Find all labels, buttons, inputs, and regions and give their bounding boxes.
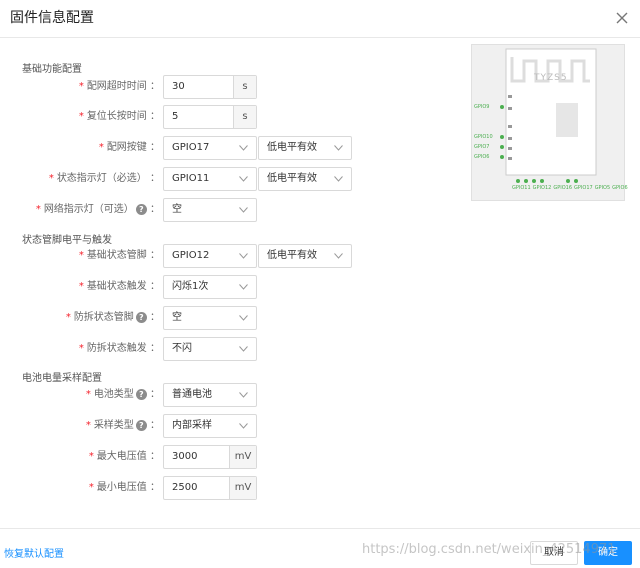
chevron-down-icon — [239, 346, 248, 352]
bottom-pin-labels: GPIO11 GPIO12 GPIO16 GPIO17 GPIO5 GPIO6 — [512, 185, 628, 191]
basic-trigger-label: 基础状态触发 — [86, 281, 147, 292]
min-voltage-label: 最小电压值 — [96, 482, 147, 493]
basic-pin-label: 基础状态管脚 — [86, 250, 147, 261]
network-key-level-select[interactable]: 低电平有效 — [258, 136, 352, 160]
network-led-label: 网络指示灯（可选） — [43, 204, 134, 215]
question-icon[interactable]: ? — [135, 419, 147, 431]
battery-type-select[interactable]: 普通电池 — [163, 383, 257, 407]
row-tamper-pin: * 防拆状态管脚? ： 空 — [0, 305, 640, 331]
chevron-down-icon — [239, 423, 248, 429]
basic-pin-select[interactable]: GPIO12 — [163, 244, 257, 268]
module-pinout-image: TYZS5 GPIO9 GPIO10 GPIO7 GPIO6 GPIO11 GP… — [471, 44, 628, 201]
pin-label: GPIO16 — [553, 185, 573, 191]
row-battery-type: * 电池类型? ： 普通电池 — [0, 382, 640, 408]
chevron-down-icon — [239, 145, 248, 151]
question-icon[interactable]: ? — [135, 203, 147, 215]
status-led-level-select[interactable]: 低电平有效 — [258, 167, 352, 191]
chevron-down-icon — [239, 315, 248, 321]
chevron-down-icon — [334, 176, 343, 182]
network-key-pin-select[interactable]: GPIO17 — [163, 136, 257, 160]
pin-label: GPIO9 — [474, 104, 490, 110]
pin-label: GPIO6 — [612, 185, 628, 191]
row-min-voltage: * 最小电压值 ： 2500 mV — [0, 475, 640, 501]
question-icon[interactable]: ? — [135, 388, 147, 400]
reset-press-input[interactable]: 5 s — [163, 105, 257, 129]
row-basic-trigger: * 基础状态触发 ： 闪烁1次 — [0, 274, 640, 300]
network-key-label: 配网按键 — [106, 142, 147, 153]
watermark: https://blog.csdn.net/weixin_42514971 — [362, 542, 616, 557]
pin-label: GPIO12 — [532, 185, 552, 191]
unit-addon: s — [233, 76, 256, 98]
row-tamper-trigger: * 防拆状态触发 ： 不闪 — [0, 336, 640, 362]
section-basic-title: 基础功能配置 — [22, 64, 82, 75]
row-sampling-type: * 采样类型? ： 内部采样 — [0, 413, 640, 439]
battery-type-label: 电池类型 — [93, 389, 134, 400]
unit-addon: mV — [229, 477, 256, 499]
pin-label: GPIO6 — [474, 154, 490, 160]
network-timeout-input[interactable]: 30 s — [163, 75, 257, 99]
status-led-pin-select[interactable]: GPIO11 — [163, 167, 257, 191]
max-voltage-input[interactable]: 3000 mV — [163, 445, 257, 469]
network-led-pin-select[interactable]: 空 — [163, 198, 257, 222]
row-basic-pin: * 基础状态管脚 ： GPIO12 低电平有效 — [0, 243, 640, 269]
chevron-down-icon — [239, 284, 248, 290]
dialog-header: 固件信息配置 — [0, 0, 640, 38]
module-model-label: TYZS5 — [534, 73, 568, 83]
chevron-down-icon — [239, 392, 248, 398]
status-led-label: 状态指示灯（必选） — [56, 173, 147, 184]
tamper-trigger-label: 防拆状态触发 — [86, 343, 147, 354]
unit-addon: s — [233, 106, 256, 128]
network-timeout-label: 配网超时时间 — [86, 81, 147, 92]
min-voltage-input[interactable]: 2500 mV — [163, 476, 257, 500]
left-pin-labels: GPIO9 GPIO10 GPIO7 GPIO6 — [474, 102, 493, 162]
dialog-title: 固件信息配置 — [10, 10, 94, 26]
pin-label: GPIO7 — [474, 144, 490, 150]
chevron-down-icon — [239, 253, 248, 259]
tamper-pin-label: 防拆状态管脚 — [73, 312, 134, 323]
pin-label: GPIO5 — [594, 185, 611, 191]
unit-addon: mV — [229, 446, 256, 468]
close-icon[interactable] — [612, 8, 632, 28]
basic-pin-level-select[interactable]: 低电平有效 — [258, 244, 352, 268]
sampling-type-select[interactable]: 内部采样 — [163, 414, 257, 438]
basic-trigger-select[interactable]: 闪烁1次 — [163, 275, 257, 299]
tamper-trigger-select[interactable]: 不闪 — [163, 337, 257, 361]
pin-label: GPIO11 — [512, 185, 531, 191]
tamper-pin-select[interactable]: 空 — [163, 306, 257, 330]
reset-press-label: 复位长按时间 — [86, 111, 147, 122]
row-max-voltage: * 最大电压值 ： 3000 mV — [0, 444, 640, 470]
question-icon[interactable]: ? — [135, 311, 147, 323]
sampling-type-label: 采样类型 — [93, 420, 134, 431]
max-voltage-label: 最大电压值 — [96, 451, 147, 462]
chevron-down-icon — [334, 253, 343, 259]
chevron-down-icon — [239, 207, 248, 213]
chevron-down-icon — [239, 176, 248, 182]
pin-label: GPIO10 — [474, 134, 493, 140]
pin-label: GPIO17 — [574, 185, 593, 191]
chevron-down-icon — [334, 145, 343, 151]
reset-defaults-link[interactable]: 恢复默认配置 — [4, 545, 64, 560]
